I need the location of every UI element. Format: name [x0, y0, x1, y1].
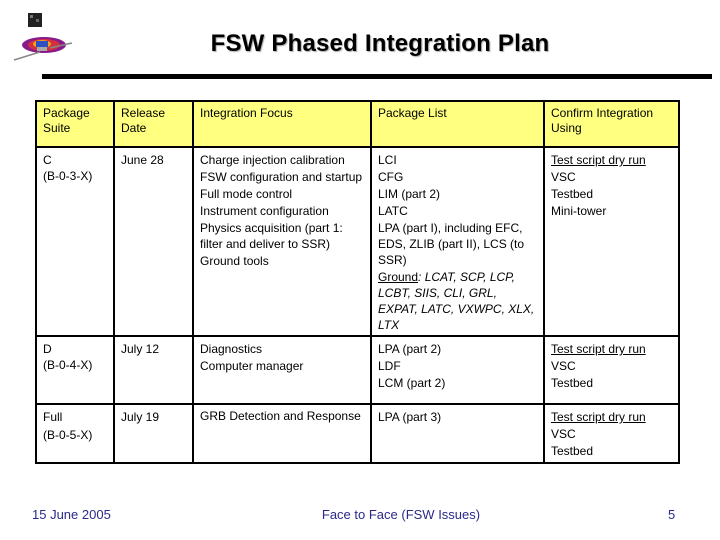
confirm-item: VSC — [551, 359, 576, 373]
confirm-item: Test script dry run — [551, 410, 646, 424]
confirm-item: Test script dry run — [551, 342, 646, 356]
suite-name: D — [43, 342, 52, 356]
confirm-integration-cell: Test script dry run VSC Testbed Mini-tow… — [543, 146, 680, 337]
suite-name: C — [43, 153, 52, 167]
package-item: LPA (part I), including EFC, EDS, ZLIB (… — [378, 221, 525, 267]
confirm-integration-cell: Test script dry run VSC Testbed — [543, 335, 680, 405]
focus-item: GRB Detection and Response — [200, 409, 361, 423]
package-suite-cell: D (B-0-4-X) — [35, 335, 115, 405]
release-date-cell: June 28 — [113, 146, 194, 337]
suite-build: (B-0-3-X) — [43, 169, 93, 183]
suite-build: (B-0-4-X) — [43, 358, 93, 372]
column-header-package-suite: Package Suite — [35, 100, 115, 148]
confirm-item: Testbed — [551, 187, 594, 201]
release-date-cell: July 12 — [113, 335, 194, 405]
column-header-confirm-integration: Confirm Integration Using — [543, 100, 680, 148]
focus-item: FSW configuration and startup — [200, 170, 363, 184]
confirm-item: VSC — [551, 170, 576, 184]
integration-focus-cell: Diagnostics Computer manager — [192, 335, 372, 405]
focus-item: Computer manager — [200, 359, 304, 373]
ground-label: Ground — [378, 270, 419, 284]
confirm-item: Testbed — [551, 376, 594, 390]
package-item: LPA (part 3) — [378, 410, 442, 424]
package-item: LCM (part 2) — [378, 376, 446, 390]
confirm-item: Test script dry run — [551, 153, 646, 167]
confirm-item: Mini-tower — [551, 204, 607, 218]
package-item: LIM (part 2) — [378, 187, 441, 201]
integration-focus-cell: GRB Detection and Response — [192, 403, 372, 464]
package-item: LCI — [378, 153, 397, 167]
table-row: D (B-0-4-X) July 12 Diagnostics Computer… — [35, 335, 680, 405]
page-number: 5 — [668, 507, 676, 522]
focus-item: Instrument configuration — [200, 204, 329, 218]
package-item: CFG — [378, 170, 404, 184]
focus-item: Ground tools — [200, 254, 269, 268]
suite-name: Full — [43, 410, 63, 424]
integration-focus-cell: Charge injection calibration FSW configu… — [192, 146, 372, 337]
integration-plan-table: Package Suite Release Date Integration F… — [35, 100, 680, 464]
package-item: LDF — [378, 359, 401, 373]
column-header-integration-focus: Integration Focus — [192, 100, 372, 148]
package-suite-cell: C (B-0-3-X) — [35, 146, 115, 337]
package-list-cell: LCI CFG LIM (part 2) LATC LPA (part I), … — [370, 146, 545, 337]
table-header-row: Package Suite Release Date Integration F… — [35, 100, 680, 148]
footer-event: Face to Face (FSW Issues) — [321, 507, 481, 522]
column-header-package-list: Package List — [370, 100, 545, 148]
column-header-release-date: Release Date — [113, 100, 194, 148]
package-suite-cell: Full (B-0-5-X) — [35, 403, 115, 464]
package-item: LPA (part 2) — [378, 342, 442, 356]
confirm-item: Testbed — [551, 444, 594, 458]
confirm-integration-cell: Test script dry run VSC Testbed — [543, 403, 680, 464]
package-list-cell: LPA (part 3) — [370, 403, 545, 464]
table-row: Full (B-0-5-X) July 19 GRB Detection and… — [35, 403, 680, 464]
package-list-cell: LPA (part 2) LDF LCM (part 2) — [370, 335, 545, 405]
confirm-item: VSC — [551, 427, 576, 441]
suite-build: (B-0-5-X) — [43, 428, 93, 442]
table-row: C (B-0-3-X) June 28 Charge injection cal… — [35, 146, 680, 337]
page-title: FSW Phased Integration Plan — [210, 30, 550, 57]
title-divider — [42, 74, 712, 79]
focus-item: Physics acquisition (part 1: filter and … — [200, 221, 343, 251]
focus-item: Diagnostics — [200, 342, 263, 356]
focus-item: Charge injection calibration — [200, 153, 345, 167]
release-date-cell: July 19 — [113, 403, 194, 464]
package-item: LATC — [378, 204, 408, 218]
focus-item: Full mode control — [200, 187, 293, 201]
